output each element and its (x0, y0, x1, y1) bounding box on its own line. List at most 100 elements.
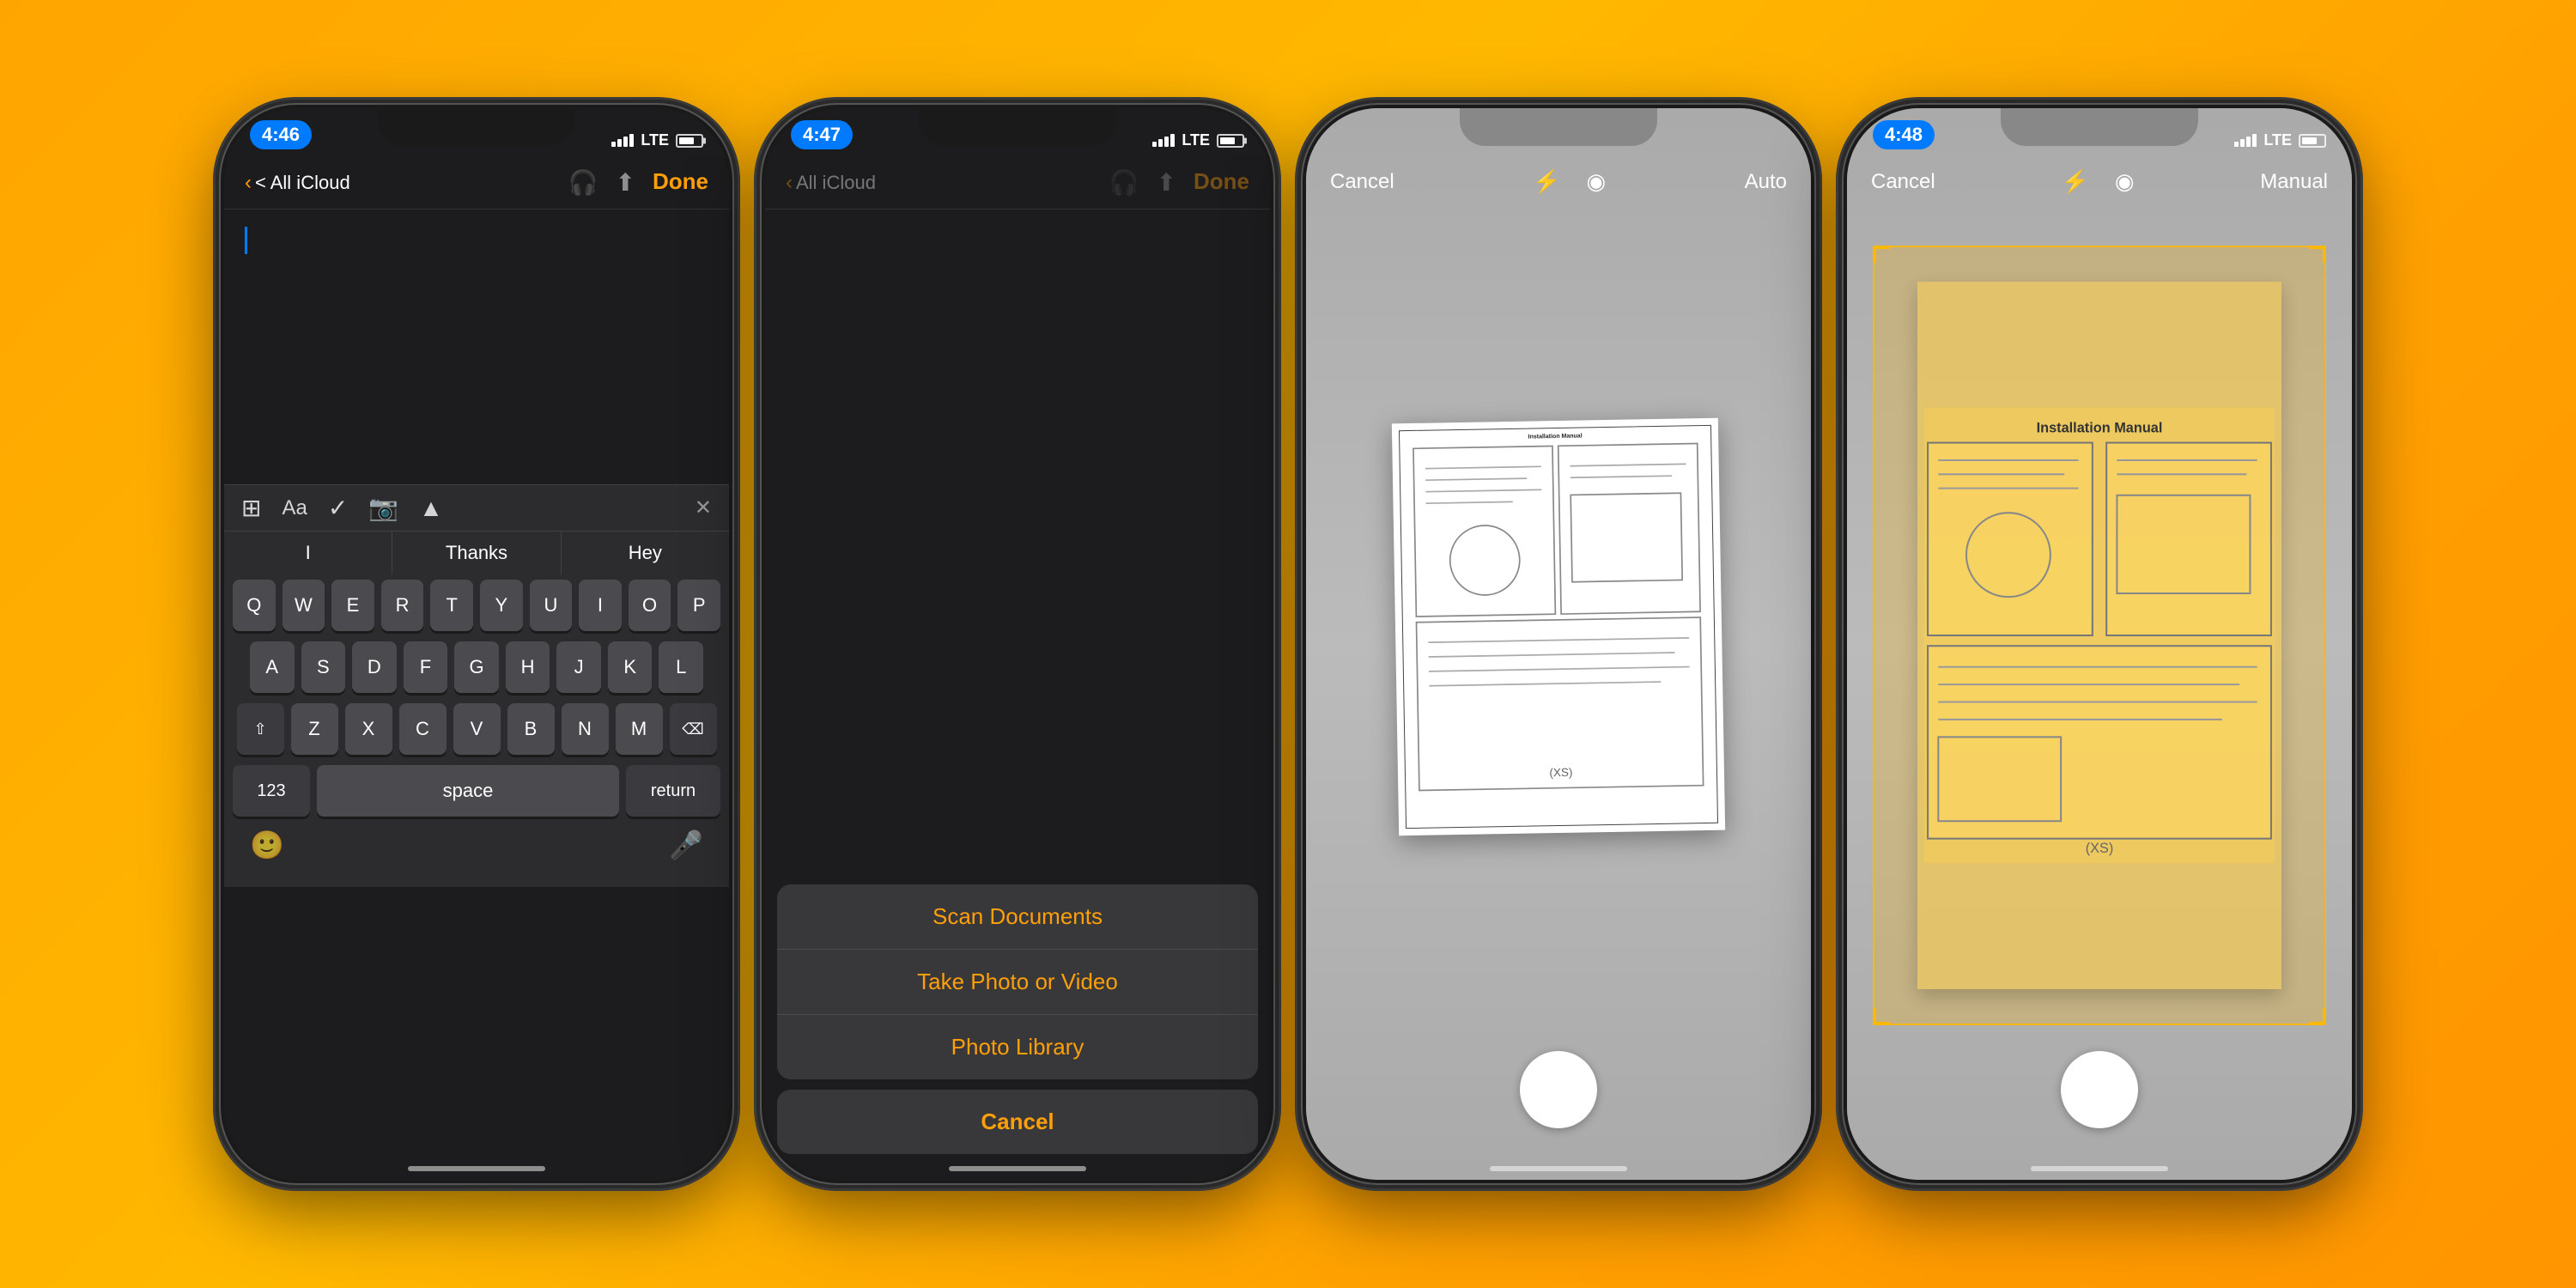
flash-icon-3[interactable]: ⚡ (1533, 168, 1560, 195)
camera-icon[interactable]: 📷 (368, 494, 398, 522)
notes-nav-1: ‹ < All iCloud 🎧 ⬆ Done (224, 156, 729, 210)
doc-content-3: Installation Manual (1399, 425, 1718, 829)
action-sheet: Scan Documents Take Photo or Video Photo… (777, 884, 1258, 1154)
key-j[interactable]: J (556, 641, 601, 693)
signal-4 (2234, 134, 2257, 147)
cancel-button-3[interactable]: Cancel (1330, 170, 1394, 194)
take-photo-option[interactable]: Take Photo or Video (777, 950, 1258, 1015)
key-y[interactable]: Y (480, 580, 523, 631)
key-n[interactable]: N (562, 703, 609, 755)
battery-4 (2299, 134, 2326, 148)
phones-container: 4:46 LTE ‹ < (219, 103, 2357, 1185)
key-f[interactable]: F (404, 641, 448, 693)
key-row-2: A S D F G H J K L (224, 636, 729, 698)
cancel-option[interactable]: Cancel (777, 1090, 1258, 1154)
cancel-button-4[interactable]: Cancel (1871, 170, 1935, 194)
notes-editor[interactable] (224, 210, 729, 484)
key-space[interactable]: space (317, 765, 619, 817)
send-icon[interactable]: ▲ (419, 495, 443, 522)
share-icon[interactable]: ⬆ (616, 168, 635, 197)
keyboard: Q W E R T Y U I O P A S D F G (224, 574, 729, 887)
pred-word-1[interactable]: I (224, 532, 392, 574)
close-icon[interactable]: ✕ (695, 495, 712, 520)
doc-illustration-3: (XS) (1405, 440, 1711, 793)
key-w[interactable]: W (283, 580, 325, 631)
mic-icon[interactable]: 🎤 (669, 829, 703, 861)
key-z[interactable]: Z (291, 703, 338, 755)
svg-text:(XS): (XS) (2086, 841, 2114, 856)
back-button-1[interactable]: ‹ < All iCloud (245, 171, 350, 195)
lte-label-2: LTE (1182, 131, 1210, 149)
home-bar-4 (2031, 1166, 2168, 1171)
key-c[interactable]: C (399, 703, 447, 755)
key-t[interactable]: T (430, 580, 473, 631)
scan-documents-option[interactable]: Scan Documents (777, 884, 1258, 950)
time-2: 4:47 (791, 120, 853, 149)
delete-key[interactable]: ⌫ (670, 703, 717, 755)
done-button-2[interactable]: Done (1194, 168, 1249, 197)
key-o[interactable]: O (629, 580, 671, 631)
signal-icon-1 (611, 134, 634, 147)
table-icon[interactable]: ⊞ (241, 494, 261, 522)
key-return[interactable]: return (626, 765, 720, 817)
camera-mode-4[interactable]: Manual (2260, 170, 2328, 194)
home-bar-2 (949, 1166, 1086, 1171)
photo-library-option[interactable]: Photo Library (777, 1015, 1258, 1079)
status-right-2: LTE (1152, 131, 1244, 149)
key-x[interactable]: X (345, 703, 392, 755)
key-a[interactable]: A (250, 641, 295, 693)
key-v[interactable]: V (453, 703, 501, 755)
shift-key[interactable]: ⇧ (237, 703, 284, 755)
pred-word-3[interactable]: Hey (562, 532, 729, 574)
corner-br (2309, 1008, 2326, 1025)
key-r[interactable]: R (381, 580, 424, 631)
key-i[interactable]: I (579, 580, 622, 631)
filter-icon-3[interactable]: ◉ (1587, 168, 1607, 195)
battery-2 (1217, 134, 1244, 148)
key-g[interactable]: G (454, 641, 499, 693)
flash-icon-4[interactable]: ⚡ (2061, 168, 2088, 195)
pred-word-2[interactable]: Thanks (392, 532, 561, 574)
key-d[interactable]: D (352, 641, 397, 693)
camera-mode-3[interactable]: Auto (1745, 170, 1787, 194)
share-icon-2[interactable]: ⬆ (1157, 168, 1176, 197)
notch-1 (378, 108, 575, 146)
key-m[interactable]: M (616, 703, 663, 755)
key-row-1: Q W E R T Y U I O P (224, 574, 729, 636)
key-p[interactable]: P (677, 580, 720, 631)
key-h[interactable]: H (506, 641, 550, 693)
emoji-icon[interactable]: 🙂 (250, 829, 284, 861)
key-l[interactable]: L (659, 641, 703, 693)
time-4: 4:48 (1873, 120, 1935, 149)
headphones-icon-2[interactable]: 🎧 (1109, 168, 1139, 197)
key-row-3: ⇧ Z X C V B N M ⌫ (224, 698, 729, 760)
back-label-1: < All iCloud (255, 172, 350, 194)
filter-icon-4[interactable]: ◉ (2115, 168, 2135, 195)
phone-1: 4:46 LTE ‹ < (219, 103, 734, 1185)
key-b[interactable]: B (507, 703, 555, 755)
key-e[interactable]: E (331, 580, 374, 631)
key-u[interactable]: U (530, 580, 573, 631)
format-icon[interactable]: Aa (282, 496, 307, 520)
key-123[interactable]: 123 (233, 765, 310, 817)
svg-text:Installation Manual: Installation Manual (2037, 420, 2163, 435)
camera-view-3: Cancel ⚡ ◉ Auto Installation Manual (1306, 108, 1811, 1180)
phone-4: 4:48 LTE (1842, 103, 2357, 1185)
camera-icons-3: ⚡ ◉ (1533, 168, 1606, 195)
done-button-1[interactable]: Done (653, 168, 708, 197)
key-k[interactable]: K (608, 641, 653, 693)
headphones-icon[interactable]: 🎧 (568, 168, 598, 197)
checklist-icon[interactable]: ✓ (328, 494, 348, 522)
shutter-button-4[interactable] (2061, 1051, 2138, 1128)
key-q[interactable]: Q (233, 580, 276, 631)
key-s[interactable]: S (301, 641, 346, 693)
text-cursor (245, 227, 247, 254)
action-sheet-group: Scan Documents Take Photo or Video Photo… (777, 884, 1258, 1079)
camera-top-bar-3: Cancel ⚡ ◉ Auto (1306, 156, 1811, 207)
camera-icons-4: ⚡ ◉ (2061, 168, 2134, 195)
home-bar-1 (408, 1166, 545, 1171)
back-button-2[interactable]: ‹ All iCloud (786, 171, 876, 195)
camera-surface-3: Installation Manual (1392, 280, 1725, 974)
shutter-button-3[interactable] (1520, 1051, 1597, 1128)
notch-2 (919, 108, 1116, 146)
